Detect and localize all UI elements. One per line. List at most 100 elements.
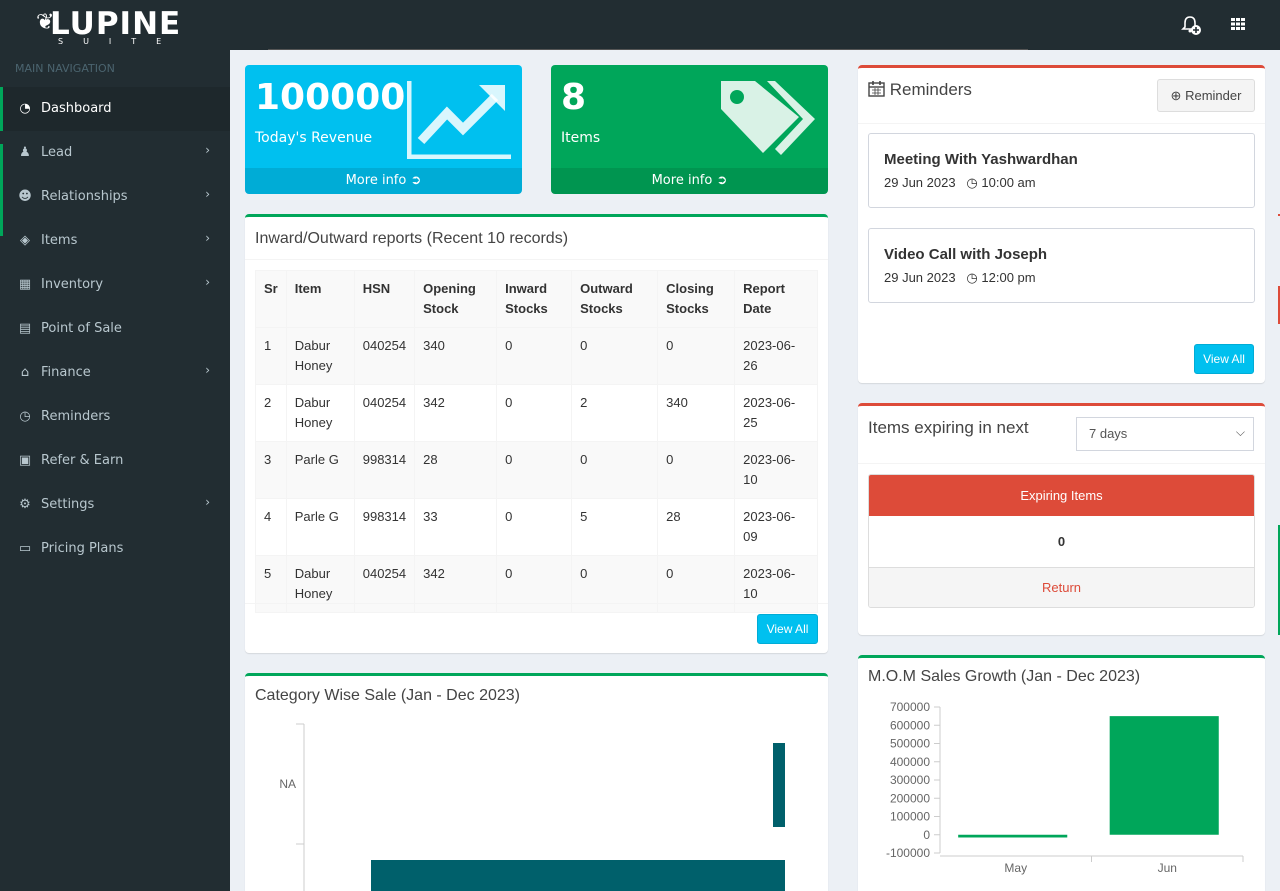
box-divider (858, 123, 1265, 124)
table-cell: 340 (414, 327, 498, 385)
column-header: HSN (353, 270, 416, 328)
table-cell: 2023-06-26 (734, 327, 818, 385)
category-bar (773, 743, 785, 827)
reminders-title: Reminders (889, 80, 972, 99)
table-row: 1 Dabur Honey 040254 340 0 0 0 2023-06-2… (255, 327, 818, 385)
plus-circle-icon: ⊕ (1170, 88, 1182, 103)
revenue-more-info-link[interactable]: More info ➲ (245, 168, 522, 194)
column-header: Item (285, 270, 355, 328)
column-header: Closing Stocks (657, 270, 736, 328)
column-header: Sr (255, 270, 287, 328)
sidebar-item-reminders[interactable]: ◷ Reminders (0, 395, 230, 439)
table-cell: 0 (657, 441, 736, 499)
sidebar-item-relationships[interactable]: ☻ Relationships › (0, 175, 230, 219)
dashboard-icon: ◔ (19, 101, 31, 116)
table-cell: 0 (571, 441, 659, 499)
sidebar-item-lead[interactable]: ♟ Lead › (0, 131, 230, 175)
items-stat-box: 8 Items More info ➲ (551, 65, 828, 194)
table-cell: 0 (496, 327, 573, 385)
sidebar-item-refer-earn[interactable]: ▣ Refer & Earn (0, 439, 230, 483)
mom-bar (1109, 716, 1219, 835)
report-view-all-button[interactable]: View All (757, 614, 818, 644)
tag-icon: ◈ (20, 233, 30, 248)
bank-icon: ⌂ (20, 365, 30, 380)
reminders-view-all-button[interactable]: View All (1194, 344, 1254, 374)
table-cell: 2 (571, 384, 659, 442)
cubes-icon: ▦ (18, 277, 32, 292)
chevron-right-icon: › (205, 363, 210, 377)
table-cell: 0 (571, 327, 659, 385)
user-icon: ♟ (19, 145, 31, 160)
chevron-right-icon: › (205, 495, 210, 509)
mom-bar (958, 834, 1068, 838)
sidebar-item-label: Reminders (41, 409, 111, 424)
table-cell: 2023-06-09 (734, 498, 818, 556)
items-more-info-link[interactable]: More info ➲ (551, 168, 828, 194)
brand-tagline: SUITE (58, 37, 182, 46)
table-cell: 3 (255, 441, 287, 499)
add-reminder-button[interactable]: ⊕ Reminder (1157, 79, 1255, 112)
reminder-datetime: 29 Jun 2023 ◷ 10:00 am (884, 175, 1036, 191)
column-header: Outward Stocks (571, 270, 659, 328)
mom-y-tick-label: 200000 (890, 791, 930, 805)
table-row: 3 Parle G 998314 28 0 0 0 2023-06-10 (255, 441, 818, 499)
sidebar-item-items[interactable]: ◈ Items › (0, 219, 230, 263)
category-bar (371, 860, 785, 891)
reminder-card[interactable]: Meeting With Yashwardhan 29 Jun 2023 ◷ 1… (868, 133, 1255, 208)
sidebar-item-label: Settings (41, 497, 95, 512)
revenue-label: Today's Revenue (255, 130, 373, 146)
table-cell: Parle G (285, 441, 355, 499)
apps-grid-icon[interactable] (1227, 14, 1249, 36)
table-cell: 2023-06-25 (734, 384, 818, 442)
sidebar-header: MAIN NAVIGATION (15, 62, 115, 75)
reminders-box: Reminders ⊕ Reminder Meeting With Yashwa… (858, 65, 1265, 383)
revenue-value: 100000 (255, 77, 406, 118)
table-row: 4 Parle G 998314 33 0 5 28 2023-06-09 (255, 498, 818, 556)
return-link[interactable]: Return (869, 567, 1254, 607)
mom-y-tick-label: 400000 (890, 755, 930, 769)
sidebar-item-settings[interactable]: ⚙ Settings › (0, 483, 230, 527)
line-chart-icon (407, 81, 511, 159)
reminder-time: 12:00 pm (981, 270, 1036, 285)
items-value: 8 (561, 77, 587, 118)
expiry-days-value: 7 days (1089, 426, 1128, 441)
inward-outward-report-box: Inward/Outward reports (Recent 10 record… (245, 214, 828, 653)
calendar-icon (868, 80, 885, 102)
sidebar-item-label: Point of Sale (41, 321, 122, 336)
table-cell: 5 (571, 498, 659, 556)
reminder-card[interactable]: Video Call with Joseph 29 Jun 2023 ◷ 12:… (868, 228, 1255, 303)
credit-card-icon: ▭ (18, 541, 32, 556)
sidebar-item-inventory[interactable]: ▦ Inventory › (0, 263, 230, 307)
chevron-down-icon: ⌵ (1235, 425, 1245, 439)
box-divider (245, 259, 828, 260)
top-navbar: ❦ LUPINE SUITE (0, 0, 1280, 50)
mom-y-tick-label: -100000 (886, 846, 930, 860)
mom-y-tick-label: 700000 (890, 700, 930, 714)
table-cell: 28 (414, 441, 498, 499)
reminders-header: Reminders (868, 80, 972, 102)
table-cell: 0 (496, 384, 573, 442)
sidebar-item-pricing-plans[interactable]: ▭ Pricing Plans (0, 527, 230, 571)
table-cell: 33 (414, 498, 498, 556)
expiring-items-box: Items expiring in next 7 days ⌵ Expiring… (858, 403, 1265, 635)
table-cell: 342 (414, 384, 498, 442)
mom-y-tick-label: 300000 (890, 773, 930, 787)
sidebar-item-label: Finance (41, 365, 91, 380)
table-cell: 040254 (353, 327, 416, 385)
column-header: Inward Stocks (496, 270, 573, 328)
sidebar-item-finance[interactable]: ⌂ Finance › (0, 351, 230, 395)
expiring-items-panel: Expiring Items 0 Return (868, 474, 1255, 608)
category-tick-label: NA (279, 777, 296, 791)
brand-logo[interactable]: ❦ LUPINE SUITE (36, 6, 196, 48)
expiry-days-select[interactable]: 7 days ⌵ (1076, 417, 1254, 451)
mom-y-tick-label: 0 (923, 828, 930, 842)
table-cell: 4 (255, 498, 287, 556)
content-top-rule (268, 49, 1028, 50)
mom-x-tick-label: May (1004, 861, 1027, 875)
sidebar-item-point-of-sale[interactable]: ▤ Point of Sale (0, 307, 230, 351)
reminder-title: Video Call with Joseph (884, 246, 1048, 263)
notification-add-icon[interactable] (1180, 14, 1202, 36)
sidebar-item-dashboard[interactable]: ◔ Dashboard (0, 87, 230, 131)
cogs-icon: ⚙ (19, 497, 31, 512)
table-header-row: Sr Item HSN Opening Stock Inward Stocks … (255, 270, 818, 328)
